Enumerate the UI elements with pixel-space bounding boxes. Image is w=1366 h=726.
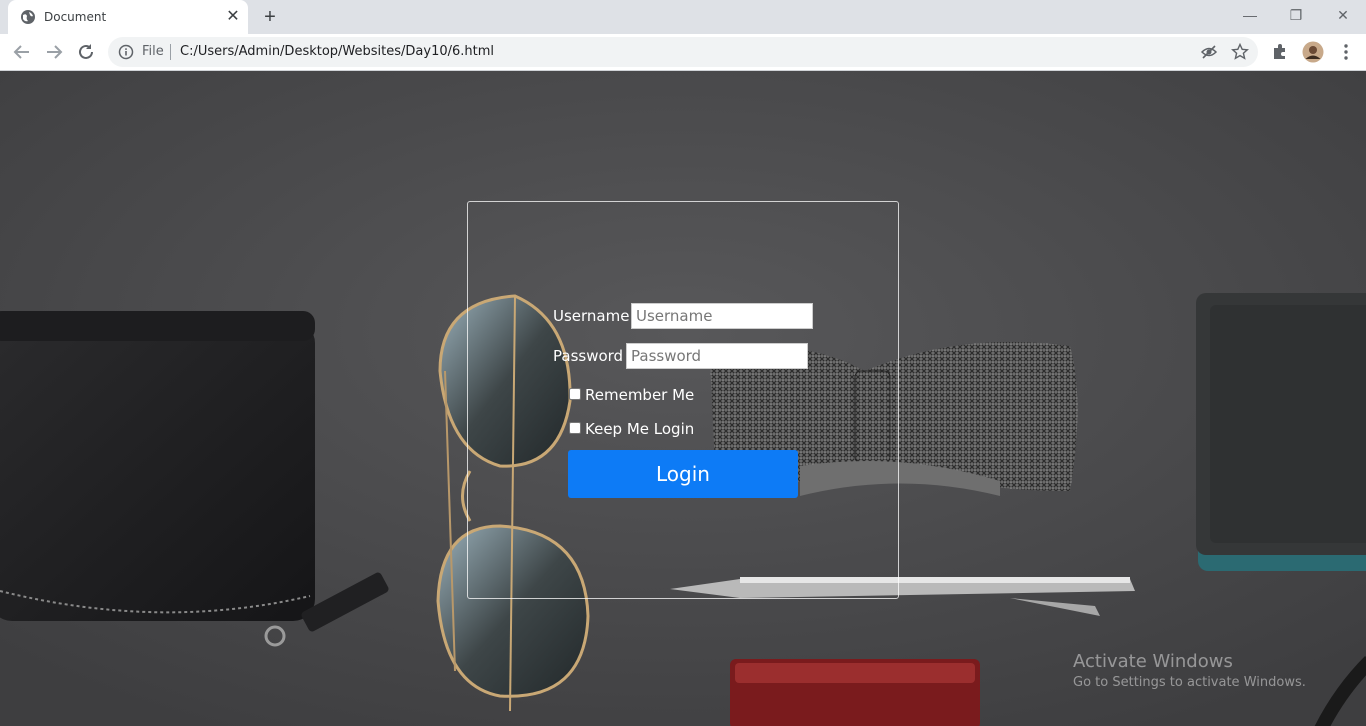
- new-tab-button[interactable]: +: [259, 6, 281, 28]
- eye-off-icon[interactable]: [1200, 43, 1218, 61]
- browser-tab[interactable]: Document ✕: [8, 0, 248, 34]
- globe-icon: [20, 9, 36, 25]
- login-form: Username : Password : Remember Me Keep M…: [467, 201, 899, 599]
- minimize-button[interactable]: —: [1227, 0, 1273, 30]
- password-input[interactable]: [626, 343, 808, 369]
- username-label: Username :: [553, 307, 640, 325]
- page-content: Username : Password : Remember Me Keep M…: [0, 71, 1366, 726]
- menu-dots-icon[interactable]: [1336, 42, 1356, 62]
- keep-me-login-label[interactable]: Keep Me Login: [585, 420, 694, 438]
- url-text[interactable]: C:/Users/Admin/Desktop/Websites/Day10/6.…: [180, 44, 494, 59]
- extensions-puzzle-icon[interactable]: [1270, 42, 1290, 62]
- remember-me-label[interactable]: Remember Me: [585, 386, 694, 404]
- file-scheme-label: File: [142, 44, 164, 59]
- omnibox-separator: [170, 44, 171, 60]
- activate-windows-watermark: Activate Windows Go to Settings to activ…: [1073, 651, 1306, 690]
- username-input[interactable]: [631, 303, 813, 329]
- remember-me-checkbox[interactable]: [569, 388, 581, 400]
- forward-button[interactable]: [40, 38, 68, 66]
- watermark-subtitle: Go to Settings to activate Windows.: [1073, 675, 1306, 690]
- close-tab-icon[interactable]: ✕: [224, 8, 242, 26]
- keep-me-login-checkbox[interactable]: [569, 422, 581, 434]
- restore-button[interactable]: ❐: [1273, 0, 1319, 30]
- arrow-left-icon: [13, 45, 29, 59]
- tab-strip: Document ✕ + — ❐ ✕: [0, 0, 1366, 34]
- star-icon[interactable]: [1231, 42, 1249, 61]
- tab-title: Document: [44, 10, 107, 24]
- arrow-right-icon: [47, 45, 63, 59]
- red-eraser: [730, 659, 980, 726]
- reload-button[interactable]: [72, 38, 100, 66]
- watermark-title: Activate Windows: [1073, 651, 1233, 672]
- password-label: Password :: [553, 347, 633, 365]
- close-window-button[interactable]: ✕: [1320, 0, 1366, 30]
- info-icon[interactable]: [118, 44, 134, 60]
- reload-icon: [79, 44, 93, 59]
- address-bar[interactable]: File C:/Users/Admin/Desktop/Websites/Day…: [108, 37, 1258, 67]
- login-button[interactable]: Login: [568, 450, 798, 498]
- notebook: [1196, 293, 1366, 571]
- browser-toolbar: File C:/Users/Admin/Desktop/Websites/Day…: [0, 34, 1366, 71]
- profile-avatar[interactable]: [1302, 41, 1324, 63]
- back-button[interactable]: [8, 38, 36, 66]
